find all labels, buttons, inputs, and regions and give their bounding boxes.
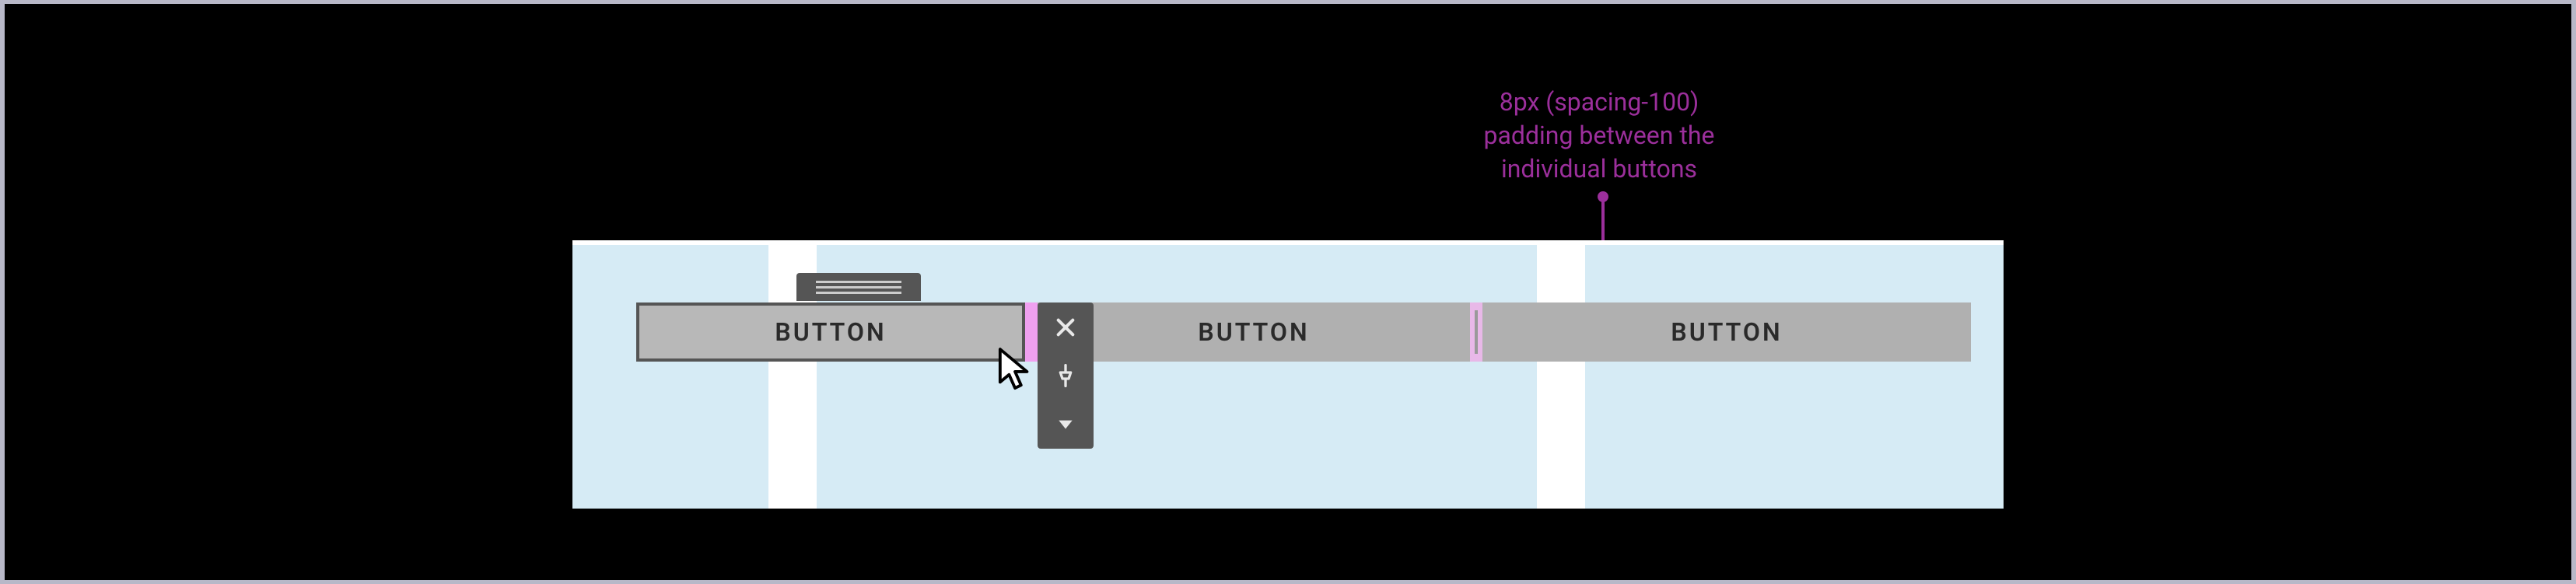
spacing-annotation: 8px (spacing-100) padding between the in…: [1428, 86, 1770, 187]
annotation-line-2: padding between the: [1428, 119, 1770, 152]
pin-icon[interactable]: [1050, 360, 1081, 391]
annotation-line-1: 8px (spacing-100): [1428, 86, 1770, 119]
button-label: BUTTON: [775, 317, 886, 347]
chevron-down-icon[interactable]: [1050, 408, 1081, 439]
button-label: BUTTON: [1671, 317, 1782, 347]
close-icon[interactable]: [1050, 312, 1081, 343]
button-3[interactable]: BUTTON: [1482, 302, 1971, 362]
ui-mock-canvas: BUTTON BUTTON BUTTON: [572, 240, 2004, 509]
figure-frame: 8px (spacing-100) padding between the in…: [5, 4, 2571, 580]
button-2[interactable]: BUTTON: [1038, 302, 1470, 362]
button-1-selected[interactable]: BUTTON: [636, 302, 1025, 362]
grid-column-guide: [1537, 245, 1585, 509]
drag-handle[interactable]: [796, 273, 921, 301]
button-label: BUTTON: [1198, 317, 1309, 347]
annotation-line-3: individual buttons: [1428, 152, 1770, 186]
button-row: BUTTON BUTTON BUTTON: [636, 302, 1971, 362]
floating-toolbar: [1038, 302, 1094, 449]
spacing-gap-highlight: [1470, 302, 1482, 362]
spacing-gap-highlight: [1025, 302, 1038, 362]
